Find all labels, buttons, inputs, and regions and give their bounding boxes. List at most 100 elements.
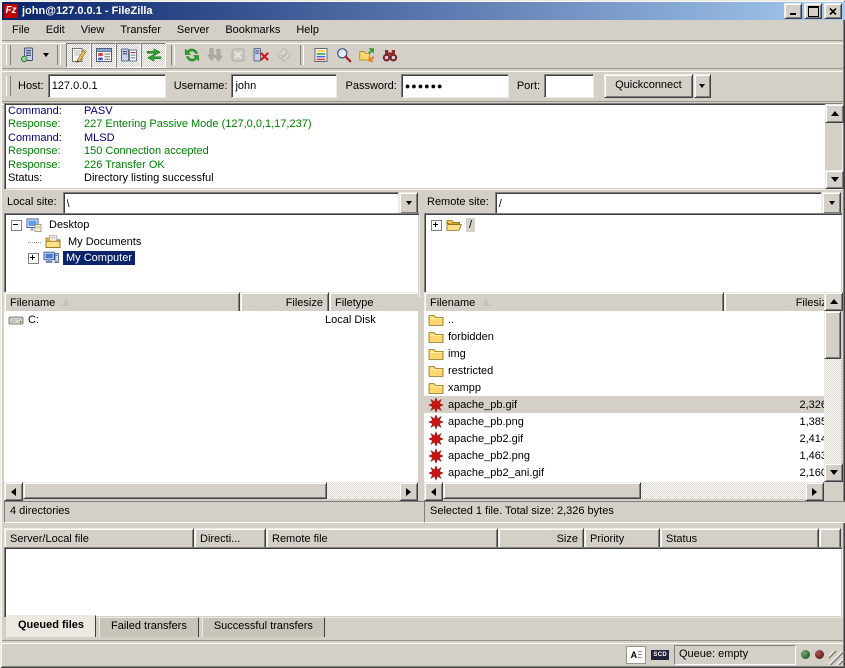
scrollbar-thumb[interactable]	[824, 311, 841, 359]
process-queue-button[interactable]	[203, 44, 226, 67]
port-input[interactable]	[544, 74, 594, 98]
remote-file-row-apache-pb2-gif[interactable]: apache_pb2.gif2,414	[424, 430, 824, 447]
username-input[interactable]	[231, 74, 337, 98]
local-site-dropdown[interactable]	[399, 192, 418, 214]
toolbar-grip[interactable]	[6, 45, 11, 65]
site-manager-dropdown[interactable]	[39, 44, 52, 67]
local-file-row-c[interactable]: C:Local Disk	[4, 311, 418, 328]
scroll-down-button[interactable]	[825, 170, 844, 189]
scrollbar-track[interactable]	[641, 482, 805, 499]
toggle-message-log-button[interactable]	[66, 43, 91, 68]
remote-file-row-forbidden[interactable]: forbidden	[424, 328, 824, 345]
window-title: john@127.0.0.1 - FileZilla	[22, 5, 780, 17]
speed-limits-icon[interactable]: SCD	[651, 650, 669, 660]
file-name-text: ..	[448, 314, 454, 326]
local-tree-icon	[96, 47, 112, 63]
remote-file-row-img[interactable]: img	[424, 345, 824, 362]
log-scrollbar[interactable]	[825, 104, 842, 189]
column-header-directi[interactable]: Directi...	[194, 528, 266, 547]
remote-file-row-xampp[interactable]: xampp	[424, 379, 824, 396]
maximize-button[interactable]	[804, 3, 822, 19]
remote-file-row-restricted[interactable]: restricted	[424, 362, 824, 379]
close-button[interactable]	[824, 3, 842, 19]
remote-file-row-apache-pb-gif[interactable]: apache_pb.gif2,326	[424, 396, 824, 413]
tree-expander-plus-icon[interactable]	[431, 220, 442, 231]
file-size-cell: 1,463	[720, 450, 824, 462]
site-manager-button[interactable]	[16, 44, 39, 67]
menu-item-file[interactable]: File	[4, 21, 38, 39]
quickconnect-button[interactable]: Quickconnect	[604, 74, 693, 98]
tab-queued-files[interactable]: Queued files	[6, 615, 96, 637]
remote-vertical-scrollbar[interactable]	[824, 292, 841, 482]
local-tree-item-my-documents[interactable]: My Documents	[5, 234, 419, 251]
column-header-filename[interactable]: Filename	[424, 292, 724, 311]
remote-file-row-apache-pb2-ani-gif[interactable]: apache_pb2_ani.gif2,160	[424, 464, 824, 481]
filter-button[interactable]	[309, 44, 332, 67]
directory-comparison-button[interactable]	[332, 44, 355, 67]
column-header-server-local-file[interactable]: Server/Local file	[4, 528, 194, 547]
scroll-left-button[interactable]	[424, 482, 443, 501]
local-tree-item-desktop[interactable]: Desktop	[5, 217, 419, 234]
column-header-filesize[interactable]: Filesize	[240, 292, 329, 311]
local-site-input[interactable]	[63, 192, 399, 216]
column-header-status[interactable]: Status	[660, 528, 819, 547]
column-header-remote-file[interactable]: Remote file	[266, 528, 498, 547]
log-line-text: 227 Entering Passive Mode (127,0,0,1,17,…	[84, 118, 311, 130]
local-tree-item-my-computer[interactable]: My Computer	[5, 250, 419, 267]
tree-expander-minus-icon[interactable]	[11, 220, 22, 231]
toggle-local-tree-button[interactable]	[91, 43, 116, 68]
refresh-button[interactable]	[180, 44, 203, 67]
remote-horizontal-scrollbar[interactable]	[424, 482, 824, 499]
menu-item-transfer[interactable]: Transfer	[112, 21, 169, 39]
scrollbar-thumb[interactable]	[443, 482, 641, 499]
disconnect-button[interactable]	[249, 44, 272, 67]
file-name-text: apache_pb2.png	[448, 450, 530, 462]
menu-item-view[interactable]: View	[73, 21, 113, 39]
remote-file-row-apache-pb-png[interactable]: apache_pb.png1,385	[424, 413, 824, 430]
scroll-right-button[interactable]	[399, 482, 418, 501]
tree-expander-plus-icon[interactable]	[28, 253, 39, 264]
remote-site-input[interactable]	[495, 192, 822, 216]
synchronized-browsing-button[interactable]	[355, 44, 378, 67]
log-content: Command:PASVResponse:227 Entering Passiv…	[5, 104, 825, 189]
scrollbar-thumb[interactable]	[23, 482, 327, 499]
quickconnect-dropdown[interactable]	[694, 74, 711, 98]
toggle-remote-tree-button[interactable]	[116, 43, 141, 68]
find-files-button[interactable]	[378, 44, 401, 67]
resize-grip[interactable]	[829, 651, 843, 665]
menu-item-help[interactable]: Help	[288, 21, 327, 39]
disconnect-icon	[253, 47, 269, 63]
remote-file-row-apache-pb2-png[interactable]: apache_pb2.png 1,463	[424, 447, 824, 464]
quickconnect-grip[interactable]	[6, 76, 11, 96]
local-horizontal-scrollbar[interactable]	[4, 482, 418, 499]
menu-item-server[interactable]: Server	[169, 21, 217, 39]
remote-file-row-item[interactable]: ..	[424, 311, 824, 328]
scroll-up-button[interactable]	[825, 104, 844, 123]
menu-item-edit[interactable]: Edit	[38, 21, 73, 39]
scroll-up-button[interactable]	[824, 292, 843, 311]
reconnect-button[interactable]	[272, 44, 295, 67]
column-header-priority[interactable]: Priority	[584, 528, 660, 547]
password-input[interactable]	[401, 74, 509, 98]
tab-successful-transfers[interactable]: Successful transfers	[202, 617, 325, 637]
column-header-filename[interactable]: Filename	[4, 292, 240, 311]
host-input[interactable]	[48, 74, 166, 98]
scroll-down-button[interactable]	[824, 463, 843, 482]
column-header-filetype[interactable]: Filetype	[329, 292, 418, 311]
remote-tree-item-item[interactable]: /	[425, 217, 842, 234]
scrollbar-track[interactable]	[824, 359, 841, 463]
log-line-command: Command:MLSD	[8, 132, 825, 145]
cancel-button[interactable]	[226, 44, 249, 67]
scrollbar-thumb[interactable]	[825, 123, 842, 170]
data-type-indicator-icon[interactable]: A	[626, 646, 646, 664]
column-header-filesize[interactable]: Filesize	[724, 292, 824, 311]
scrollbar-track[interactable]	[327, 482, 399, 499]
tab-failed-transfers[interactable]: Failed transfers	[99, 617, 199, 637]
column-header-size[interactable]: Size	[498, 528, 584, 547]
scroll-right-button[interactable]	[805, 482, 824, 501]
scroll-left-button[interactable]	[4, 482, 23, 501]
toggle-transfer-queue-button[interactable]	[141, 43, 166, 68]
remote-site-dropdown[interactable]	[822, 192, 841, 214]
minimize-button[interactable]	[784, 3, 802, 19]
menu-item-bookmarks[interactable]: Bookmarks	[217, 21, 288, 39]
